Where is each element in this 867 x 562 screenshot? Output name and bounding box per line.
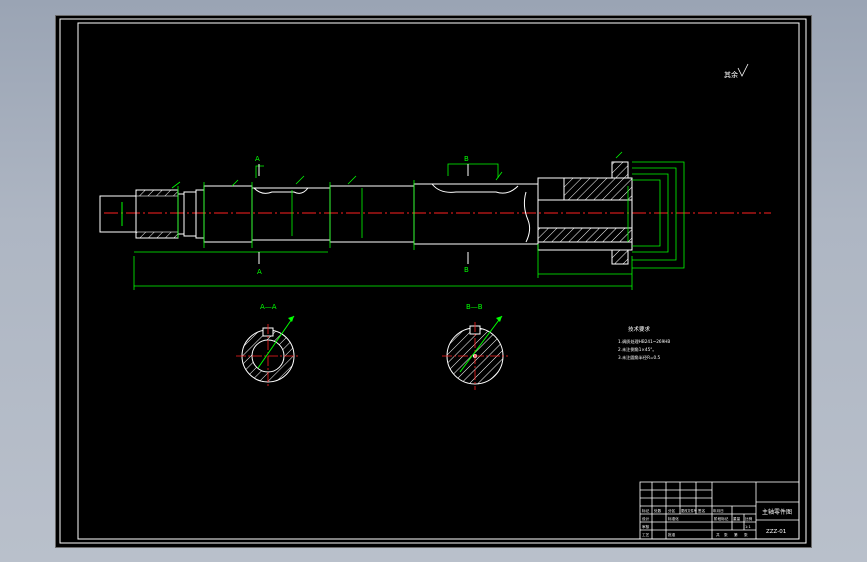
tb-cell-mark: 标记 [642, 508, 650, 513]
cut-label-b-top: B [464, 155, 469, 163]
tech-req-line-3: 3.未注圆角半径R=0.5 [618, 354, 661, 361]
tb-cell-sheets-2: 张 [744, 532, 748, 537]
tb-cell-design: 设计 [642, 516, 650, 521]
drawing-title: 主轴零件图 [762, 508, 792, 516]
cut-label-b-bottom: B [464, 266, 469, 274]
hatch-left-bottom [135, 231, 179, 239]
drawing-svg: 其余 A A B B A—A B—B 技术要求 1.调质处理HB241~269H… [59, 18, 807, 544]
hatch-right-bottom [537, 227, 633, 243]
keyway-b [431, 183, 519, 194]
section-a-label: A—A [260, 303, 277, 311]
tb-cell-sign: 签名 [698, 508, 706, 513]
tb-cell-process: 工艺 [642, 532, 650, 537]
tb-cell-total: 共 [716, 532, 720, 537]
hatch-bottom-tab [611, 249, 629, 265]
tech-req-line-2: 2.未注倒角1×45°。 [618, 346, 657, 353]
cut-label-a-top: A [255, 155, 260, 163]
outer-frame [59, 18, 807, 544]
tb-cell-scale: 比例 [745, 516, 753, 521]
roughness-note: 其余 [724, 63, 749, 79]
tb-cell-weight: 重量 [733, 516, 741, 521]
tb-cell-sheets-1: 张 [724, 532, 728, 537]
keyway-a [253, 187, 309, 194]
tb-cell-date: 年月日 [713, 508, 724, 513]
hatch-top-tab [611, 161, 629, 179]
tb-cell-change-doc: 更改文件号 [681, 508, 697, 513]
cut-label-a-bottom: A [257, 268, 262, 276]
technical-requirements: 技术要求 1.调质处理HB241~269HB 2.未注倒角1×45°。 3.未注… [618, 325, 670, 361]
hatch-left-top [135, 189, 179, 197]
cad-drawing-canvas[interactable]: 其余 A A B B A—A B—B 技术要求 1.调质处理HB241~269H… [55, 15, 812, 548]
tech-req-line-1: 1.调质处理HB241~269HB [618, 338, 670, 345]
tech-req-title: 技术要求 [628, 325, 651, 333]
tb-cell-scale-value: 1:1 [745, 525, 751, 529]
roughness-symbol-icon [737, 63, 749, 77]
section-b-b: B—B [442, 303, 508, 390]
tb-cell-review: 审核 [642, 524, 650, 529]
tb-cell-count: 处数 [654, 508, 662, 513]
section-b-label: B—B [466, 303, 483, 311]
title-block-cells: 标记 处数 分区 更改文件号 签名 年月日 设计 标准化 阶段标记 重量 比例 … [642, 508, 792, 537]
dimension-lines [121, 151, 685, 290]
tb-cell-number: 第 [734, 532, 738, 537]
tb-cell-approve: 批准 [668, 532, 676, 537]
tb-cell-standard: 标准化 [668, 516, 679, 521]
roughness-note-text: 其余 [724, 70, 738, 79]
cutting-plane-marks [258, 164, 469, 264]
section-a-a: A—A [236, 303, 300, 388]
spline-break [523, 191, 531, 243]
tb-cell-stage: 阶段标记 [714, 516, 729, 521]
inner-frame [77, 22, 800, 540]
tb-cell-zone: 分区 [668, 508, 676, 513]
drawing-number: ZZZ-01 [766, 529, 786, 535]
hatch-right-top [563, 177, 633, 201]
